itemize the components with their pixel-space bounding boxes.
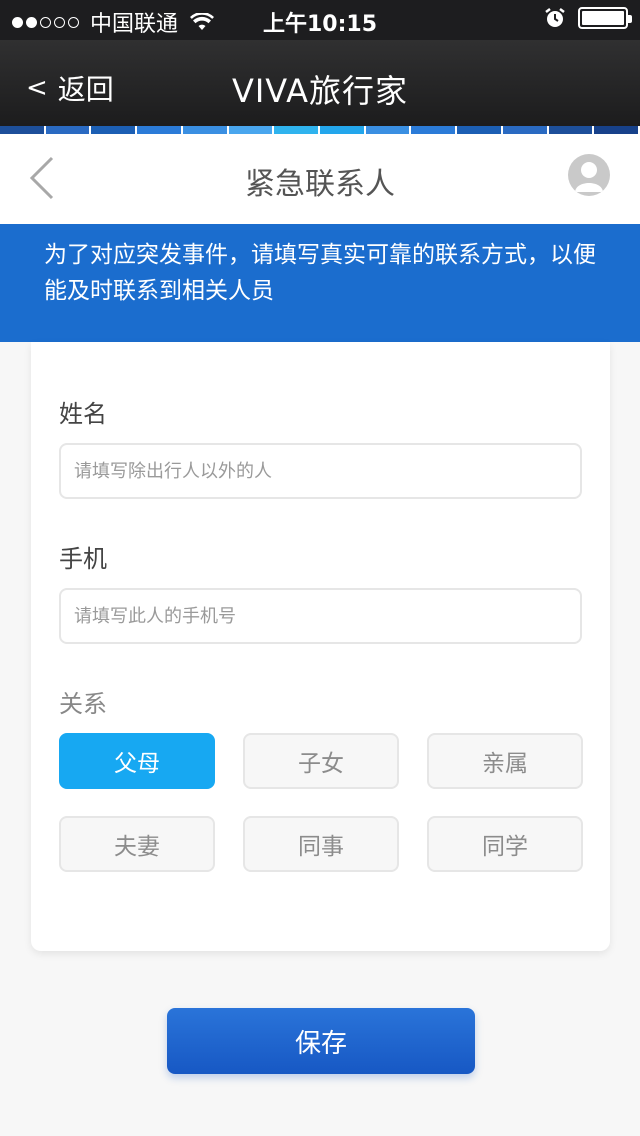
relation-option-children[interactable]: 子女: [243, 733, 399, 789]
contact-form-card: 姓名 手机 关系 父母 子女 亲属 夫妻 同事 同学: [31, 342, 610, 951]
decorative-stripe: [0, 126, 640, 134]
stripe-segment: [365, 126, 412, 134]
stripe-segment: [91, 126, 138, 134]
stripe-segment: [411, 126, 458, 134]
phone-label: 手机: [59, 545, 107, 573]
battery-icon: [578, 7, 632, 29]
stripe-segment: [182, 126, 229, 134]
name-label: 姓名: [59, 400, 107, 428]
user-avatar-icon[interactable]: [568, 154, 610, 196]
stripe-segment: [594, 126, 640, 134]
relation-option-spouse[interactable]: 夫妻: [59, 816, 215, 872]
phone-input[interactable]: [59, 588, 582, 644]
page-title: 紧急联系人: [245, 167, 395, 202]
status-bar: 中国联通 上午10:15: [0, 0, 640, 40]
page-header: 紧急联系人: [0, 134, 640, 224]
save-button[interactable]: 保存: [167, 1008, 475, 1074]
status-right: [544, 7, 632, 29]
relation-option-colleague[interactable]: 同事: [243, 816, 399, 872]
notice-banner: 为了对应突发事件，请填写真实可靠的联系方式，以便能及时联系到相关人员: [0, 224, 640, 342]
relation-option-parents[interactable]: 父母: [59, 733, 215, 789]
relation-label: 关系: [59, 690, 107, 718]
stripe-segment: [320, 126, 366, 134]
alarm-clock-icon: [545, 8, 565, 27]
stripe-segment: [502, 126, 549, 134]
stripe-segment: [228, 126, 275, 134]
relation-option-classmate[interactable]: 同学: [427, 816, 583, 872]
stripe-segment: [274, 126, 321, 134]
stripe-segment: [137, 126, 183, 134]
app-title: VIVA旅行家: [231, 72, 409, 110]
stripe-segment: [457, 126, 503, 134]
name-input[interactable]: [59, 443, 582, 499]
stripe-segment: [548, 126, 595, 134]
stripe-segment: [0, 126, 46, 134]
top-nav-bar: < 返回 VIVA旅行家: [0, 40, 640, 126]
stripe-segment: [45, 126, 92, 134]
relation-option-relatives[interactable]: 亲属: [427, 733, 583, 789]
